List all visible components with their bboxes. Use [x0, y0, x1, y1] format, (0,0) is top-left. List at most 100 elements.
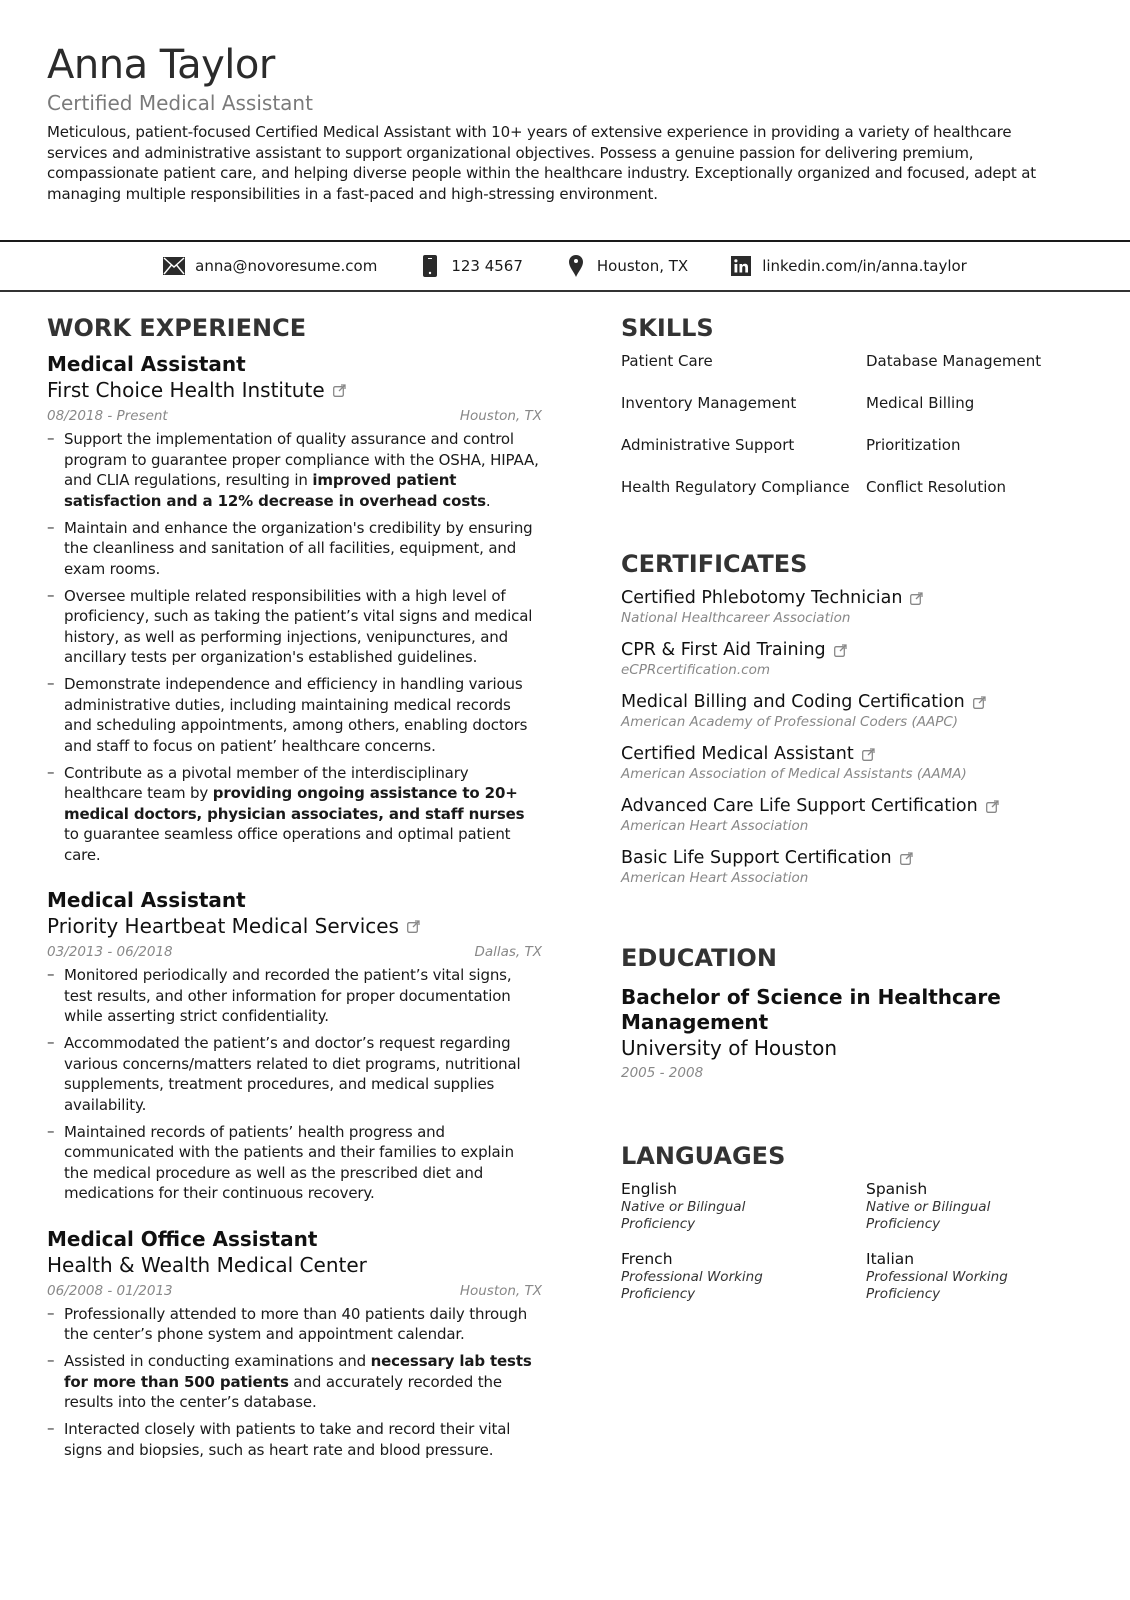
bullet-text: Assisted in conducting examinations and — [64, 1352, 371, 1370]
bullet-item: Maintained records of patients’ health p… — [47, 1121, 542, 1204]
job-bullets: Professionally attended to more than 40 … — [47, 1303, 542, 1461]
certificate-issuer: American Academy of Professional Coders … — [621, 714, 959, 730]
bullet-item: Support the implementation of quality as… — [47, 428, 542, 511]
certificate-item: CPR & First Aid Training eCPRcertificatio… — [621, 639, 1091, 679]
skill-item: Patient Care — [621, 352, 713, 370]
location-text: Houston, TX — [596, 257, 689, 275]
bullet-item: Demonstrate independence and efficiency … — [47, 673, 542, 756]
certificate-item: Certified Medical Assistant American Asso… — [621, 743, 1091, 783]
bullet-item: Interacted closely with patients to take… — [47, 1418, 542, 1460]
job-meta: 06/2008 - 01/2013 Houston, TX — [47, 1281, 542, 1301]
certificate-name: Medical Billing and Coding Certification — [621, 691, 1091, 713]
bullet-item: Maintain and enhance the organization's … — [47, 517, 542, 580]
skill-item: Database Management — [866, 352, 1042, 370]
education-dates: 2005 - 2008 — [621, 1065, 704, 1081]
external-link-icon[interactable] — [910, 591, 924, 605]
bullet-item: Monitored periodically and recorded the … — [47, 964, 542, 1027]
work-experience-section: WORK EXPERIENCE Medical Assistant First C… — [47, 313, 542, 1467]
job-dates: 06/2008 - 01/2013 — [47, 1282, 173, 1299]
certificate-item: Advanced Care Life Support Certification… — [621, 795, 1091, 835]
contact-location[interactable]: Houston, TX — [565, 255, 688, 277]
candidate-name: Anna Taylor — [47, 42, 275, 88]
external-link-icon[interactable] — [861, 747, 875, 761]
language-item: Spanish Native or Bilingual Proficiency — [866, 1179, 1106, 1233]
skills-section: SKILLS Patient Care Database Management In… — [621, 313, 1091, 519]
certificate-issuer: eCPRcertification.com — [621, 662, 770, 678]
job-company: Priority Heartbeat Medical Services — [47, 913, 542, 939]
job-title: Medical Assistant — [47, 352, 246, 376]
certificates-section: CERTIFICATES Certified Phlebotomy Techni… — [621, 549, 1091, 887]
bullet-text: Demonstrate independence and efficiency … — [64, 675, 528, 755]
certificate-issuer: American Heart Association — [621, 870, 809, 886]
language-item: Italian Professional Working Proficiency — [866, 1249, 1106, 1303]
job-entry: Medical Assistant First Choice Health Ins… — [47, 351, 542, 865]
right-column: SKILLS Patient Care Database Management In… — [621, 313, 1091, 1303]
certificate-title: Certified Phlebotomy Technician — [621, 588, 903, 608]
certificate-name: CPR & First Aid Training — [621, 639, 1091, 661]
job-meta: 08/2018 - Present Houston, TX — [47, 406, 542, 426]
certificate-title: CPR & First Aid Training — [621, 640, 826, 660]
bullet-text: . — [485, 491, 491, 510]
bullet-text: Professionally attended to more than 40 … — [64, 1304, 528, 1344]
job-location: Houston, TX — [459, 1282, 542, 1299]
bullet-text: Support the implementation of quality as… — [64, 430, 539, 489]
section-title-languages: LANGUAGES — [621, 1142, 786, 1170]
external-link-icon[interactable] — [833, 643, 847, 657]
job-company: First Choice Health Institute — [47, 377, 542, 403]
contact-linkedin[interactable]: linkedin.com/in/anna.taylor — [730, 255, 967, 277]
certificate-title: Advanced Care Life Support Certification — [621, 796, 978, 816]
certificate-title: Medical Billing and Coding Certification — [621, 692, 965, 712]
contact-bar: anna@novoresume.com 123 4567 Houston, TX… — [0, 240, 1130, 292]
certificate-item: Certified Phlebotomy Technician National … — [621, 587, 1091, 627]
job-entry: Medical Assistant Priority Heartbeat Medi… — [47, 887, 542, 1204]
language-proficiency: Professional Working Proficiency — [866, 1269, 1008, 1302]
linkedin-icon — [730, 255, 752, 277]
job-bullets: Monitored periodically and recorded the … — [47, 964, 542, 1204]
certificate-name: Advanced Care Life Support Certification — [621, 795, 1091, 817]
bullet-item: Oversee multiple related responsibilitie… — [47, 585, 542, 668]
job-location: Dallas, TX — [474, 944, 542, 960]
certificate-title: Certified Medical Assistant — [621, 744, 854, 764]
language-proficiency: Native or Bilingual Proficiency — [621, 1199, 746, 1232]
certificate-item: Medical Billing and Coding Certification… — [621, 691, 1091, 731]
language-proficiency: Professional Working Proficiency — [621, 1269, 763, 1302]
education-section: EDUCATION Bachelor of Science in Healthc… — [621, 943, 1091, 1083]
external-link-icon[interactable] — [899, 851, 913, 865]
skill-item: Health Regulatory Compliance — [621, 478, 850, 496]
language-item: English Native or Bilingual Proficiency — [621, 1179, 866, 1233]
certificate-name: Certified Medical Assistant — [621, 743, 1091, 765]
job-title: Medical Assistant — [47, 888, 246, 912]
section-title-education: EDUCATION — [621, 944, 777, 972]
external-link-icon[interactable] — [972, 695, 986, 709]
certificate-issuer: American Association of Medical Assistan… — [621, 766, 967, 782]
contact-phone[interactable]: 123 4567 — [419, 255, 523, 277]
job-meta: 03/2013 - 06/2018 Dallas, TX — [47, 942, 542, 962]
job-location: Houston, TX — [459, 408, 542, 424]
section-title-work: WORK EXPERIENCE — [47, 314, 307, 342]
company-name: Priority Heartbeat Medical Services — [47, 914, 399, 938]
bullet-text: Accommodated the patient’s and doctor’s … — [64, 1034, 521, 1114]
contact-email[interactable]: anna@novoresume.com — [163, 255, 377, 277]
languages-section: LANGUAGES English Native or Bilingual Pro… — [621, 1141, 1091, 1303]
candidate-title: Certified Medical Assistant — [47, 91, 313, 115]
education-school: University of Houston — [621, 1036, 838, 1060]
section-title-certificates: CERTIFICATES — [621, 550, 808, 578]
certificate-item: Basic Life Support Certification American… — [621, 847, 1091, 887]
bullet-text: Maintained records of patients’ health p… — [64, 1122, 514, 1203]
education-degree: Bachelor of Science in Healthcare Manage… — [621, 985, 1001, 1034]
external-link-icon[interactable] — [985, 799, 999, 813]
bullet-text: Monitored periodically and recorded the … — [64, 966, 512, 1025]
skill-item: Medical Billing — [866, 394, 975, 412]
job-dates: 03/2013 - 06/2018 — [47, 944, 173, 960]
certificate-title: Basic Life Support Certification — [621, 848, 892, 868]
certificate-name: Certified Phlebotomy Technician — [621, 587, 1091, 609]
skill-item: Conflict Resolution — [866, 478, 1007, 496]
external-link-icon[interactable] — [407, 919, 420, 933]
bullet-text: Interacted closely with patients to take… — [64, 1420, 511, 1459]
language-name: French — [621, 1250, 673, 1268]
language-name: Spanish — [866, 1180, 928, 1198]
external-link-icon[interactable] — [332, 383, 346, 397]
bullet-item: Contribute as a pivotal member of the in… — [47, 762, 542, 866]
email-text: anna@novoresume.com — [195, 257, 378, 275]
map-pin-icon — [565, 255, 587, 277]
